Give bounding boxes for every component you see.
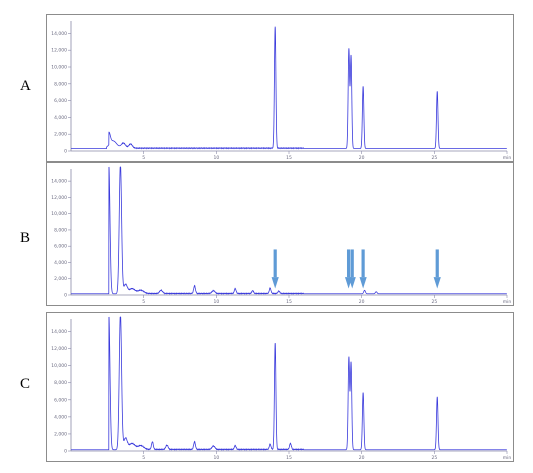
x-tick-label: 10 (213, 155, 219, 161)
panel-label-c: C (20, 376, 31, 392)
y-tick-label: 2,000 (54, 431, 67, 437)
y-tick-label: 10,000 (51, 211, 67, 217)
x-tick-label: 5 (142, 155, 145, 161)
y-tick-label: 2,000 (54, 276, 67, 282)
chromatogram-frame-b: 0 2,000 4,000 6,000 8,000 10,000 12,000 14,000 5… (46, 162, 514, 306)
x-tick-label: 20 (359, 455, 365, 461)
chromatogram-trace (71, 316, 507, 451)
y-tick-label: 6,000 (54, 244, 67, 250)
y-tick-label: 8,000 (54, 380, 67, 386)
x-tick-label: 15 (286, 155, 292, 161)
y-tick-label: 14,000 (51, 179, 67, 185)
chromatogram-a: 0 2,000 4,000 6,000 8,000 10,000 12,000 14,000 5… (51, 21, 512, 161)
x-tick-label: 10 (213, 299, 219, 305)
x-tick-label: 25 (431, 299, 437, 305)
y-tick-label: 10,000 (51, 65, 67, 71)
y-tick-label: 6,000 (54, 98, 67, 104)
x-tick-label: 15 (286, 455, 292, 461)
y-tick-label: 12,000 (51, 48, 67, 54)
x-tick-label: min (503, 455, 512, 461)
x-tick-label: 5 (142, 299, 145, 305)
x-tick-label: min (503, 155, 512, 161)
x-tick-label: 25 (431, 155, 437, 161)
y-tick-label: 10,000 (51, 363, 67, 369)
y-tick-label: 0 (64, 293, 67, 299)
y-tick-label: 12,000 (51, 346, 67, 352)
chromatogram-trace (71, 26, 507, 150)
chromatogram-frame-a: 0 2,000 4,000 6,000 8,000 10,000 12,000 14,000 5… (46, 14, 514, 162)
chromatogram-b: 0 2,000 4,000 6,000 8,000 10,000 12,000 14,000 5… (51, 166, 512, 305)
arrow-marker (359, 249, 367, 289)
y-tick-label: 0 (64, 449, 67, 455)
y-tick-label: 14,000 (51, 329, 67, 335)
arrow-marker (433, 249, 441, 289)
y-tick-label: 0 (64, 149, 67, 155)
panel-label-b: B (20, 230, 31, 246)
panel-label-a: A (20, 78, 31, 94)
y-tick-label: 12,000 (51, 195, 67, 201)
x-tick-label: 15 (286, 299, 292, 305)
y-tick-label: 4,000 (54, 115, 67, 121)
x-tick-label: 20 (359, 155, 365, 161)
y-tick-label: 8,000 (54, 227, 67, 233)
x-tick-label: 25 (431, 455, 437, 461)
chromatogram-frame-c: 0 2,000 4,000 6,000 8,000 10,000 12,000 14,000 5… (46, 312, 514, 462)
chromatogram-trace (71, 166, 507, 295)
x-tick-label: min (503, 299, 512, 305)
y-tick-label: 2,000 (54, 132, 67, 138)
y-tick-label: 6,000 (54, 397, 67, 403)
y-tick-label: 4,000 (54, 260, 67, 266)
x-tick-label: 20 (359, 299, 365, 305)
y-tick-label: 8,000 (54, 81, 67, 87)
x-tick-label: 5 (142, 455, 145, 461)
x-tick-label: 10 (213, 455, 219, 461)
y-tick-label: 4,000 (54, 414, 67, 420)
y-tick-label: 14,000 (51, 31, 67, 37)
arrow-marker (271, 249, 279, 289)
chromatogram-c: 0 2,000 4,000 6,000 8,000 10,000 12,000 14,000 5… (51, 316, 512, 461)
